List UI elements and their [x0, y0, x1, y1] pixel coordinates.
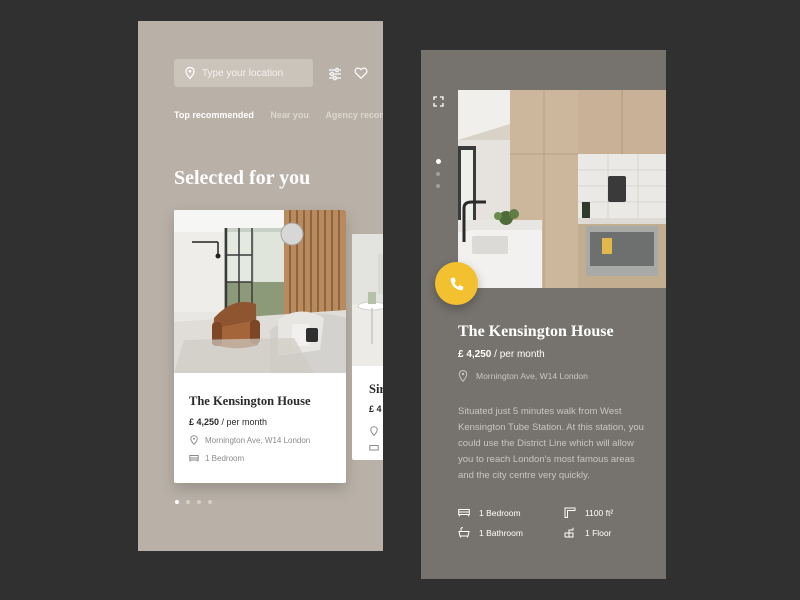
pagination-dot[interactable]: [186, 500, 190, 504]
property-rooms: 1 Bedroom: [189, 453, 339, 463]
phone-icon: [450, 276, 463, 290]
property-title: Sir: [369, 382, 383, 396]
gallery-dot[interactable]: [436, 184, 440, 188]
location-pin-icon: [190, 435, 198, 445]
property-title: The Kensington House: [189, 394, 311, 408]
spec-floor: 1 Floor: [564, 527, 611, 538]
property-price: £ 4: [369, 404, 382, 414]
price-amount: £ 4,250: [189, 417, 220, 427]
gallery-dot[interactable]: [436, 172, 440, 176]
bed-icon: [369, 445, 379, 451]
filter-sliders-icon[interactable]: [328, 67, 342, 81]
property-location: Mornington Ave, W14 London: [458, 370, 588, 382]
tab-top-recommended[interactable]: Top recommended: [174, 110, 254, 120]
area-icon: [564, 507, 576, 518]
pagination-dot[interactable]: [208, 500, 212, 504]
bed-icon: [189, 455, 199, 462]
property-photo-living-room: [174, 210, 346, 373]
property-price: £ 4,250 / per month: [458, 349, 545, 360]
tab-near-you[interactable]: Near you: [270, 110, 309, 120]
property-card-next[interactable]: Sir £ 4: [352, 234, 383, 460]
heart-icon[interactable]: [354, 66, 368, 80]
spec-bedroom: 1 Bedroom: [458, 507, 521, 518]
floor-stairs-icon: [564, 527, 574, 538]
spec-bathroom-text: 1 Bathroom: [479, 527, 523, 538]
expand-icon[interactable]: [433, 96, 444, 107]
search-input[interactable]: [200, 66, 309, 80]
spec-floor-text: 1 Floor: [585, 527, 612, 538]
location-text: Mornington Ave, W14 London: [476, 371, 588, 381]
property-photo-room: [352, 234, 383, 366]
property-photo-kitchen: [458, 90, 666, 288]
section-heading: Selected for you: [174, 167, 311, 189]
spec-area: 1100 ft²: [564, 507, 613, 518]
pagination-dot[interactable]: [197, 500, 201, 504]
price-suffix: / per month: [491, 349, 545, 360]
property-location: Mornington Ave, W14 London: [189, 435, 339, 445]
call-button[interactable]: [435, 262, 478, 305]
property-description: Situated just 5 minutes walk from West K…: [458, 406, 644, 481]
carousel-pagination: [175, 500, 219, 504]
rooms-text: 1 Bedroom: [205, 453, 245, 463]
property-detail-screen: The Kensington House £ 4,250 / per month…: [421, 50, 666, 579]
location-pin-icon: [458, 370, 468, 382]
property-card[interactable]: The Kensington House £ 4,250 / per month…: [174, 210, 346, 483]
location-pin-icon: [370, 426, 378, 436]
property-title: The Kensington House: [458, 323, 614, 340]
price-suffix: / per month: [219, 417, 268, 427]
price-amount: £ 4,250: [458, 349, 492, 360]
spec-bathroom: 1 Bathroom: [458, 527, 523, 538]
bathtub-icon: [458, 527, 470, 538]
listing-screen: Top recommended Near you Agency recom Se…: [138, 21, 383, 551]
category-tabs: Top recommended Near you Agency recom: [174, 110, 383, 120]
tab-agency-recommended[interactable]: Agency recom: [325, 110, 383, 120]
spec-area-text: 1100 ft²: [585, 507, 614, 518]
location-text: Mornington Ave, W14 London: [205, 435, 311, 445]
property-price: £ 4,250 / per month: [189, 417, 339, 427]
spec-bedroom-text: 1 Bedroom: [479, 507, 521, 518]
search-bar[interactable]: [174, 59, 313, 87]
gallery-pagination: [435, 159, 441, 196]
gallery-dot[interactable]: [435, 159, 441, 164]
location-pin-icon: [185, 67, 195, 79]
bed-icon: [458, 509, 470, 517]
pagination-dot[interactable]: [175, 500, 179, 504]
